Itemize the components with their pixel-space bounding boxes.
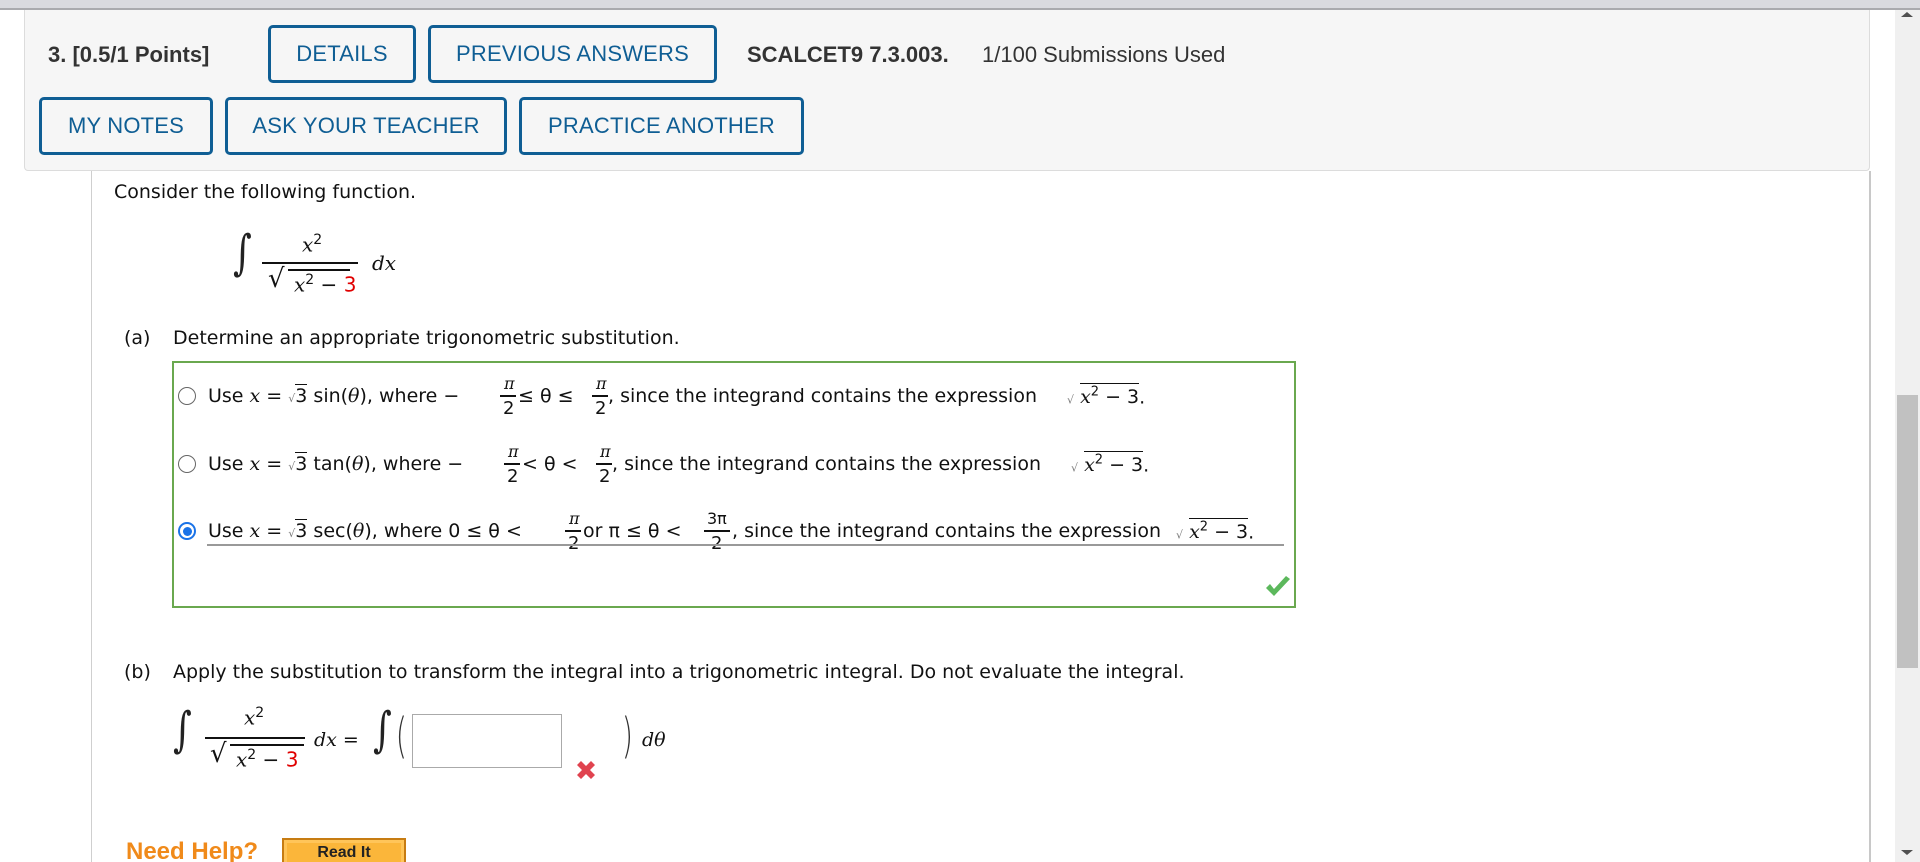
radio-option-sec[interactable] bbox=[178, 522, 196, 540]
option-expression: √ x2 − 3. bbox=[1176, 518, 1255, 544]
option-reason: , since the integrand contains the expre… bbox=[612, 453, 1041, 475]
part-a-label: (a) bbox=[124, 327, 151, 349]
right-paren: ) bbox=[621, 708, 633, 764]
read-it-button[interactable]: Read It bbox=[282, 838, 406, 862]
frac-numerator: π bbox=[596, 374, 607, 393]
content-right-border bbox=[1869, 171, 1871, 862]
question-points: 3. [0.5/1 Points] bbox=[48, 42, 210, 67]
lhs-denominator: x2 − 3 bbox=[236, 747, 299, 772]
option-reason: , since the integrand contains the expre… bbox=[732, 520, 1161, 542]
frac-numerator: 3π bbox=[707, 509, 727, 528]
inequality-text: or π ≤ θ < bbox=[583, 520, 682, 542]
frac-numerator: π bbox=[569, 509, 580, 528]
frac-line bbox=[592, 395, 608, 397]
radio-option-sin[interactable] bbox=[178, 387, 196, 405]
radio-option-tan[interactable] bbox=[178, 455, 196, 473]
problem-intro: Consider the following function. bbox=[114, 181, 417, 203]
ask-your-teacher-button[interactable]: ASK YOUR TEACHER bbox=[225, 97, 507, 155]
option-expression: √ x2 − 3. bbox=[1071, 451, 1150, 477]
integral-dx: dx bbox=[372, 251, 397, 275]
frac-denominator: 2 bbox=[595, 398, 607, 419]
need-help-label: Need Help? bbox=[126, 838, 259, 862]
sqrt-sign: √ bbox=[268, 264, 285, 294]
frac-line bbox=[704, 530, 730, 532]
sqrt-sign: √ bbox=[210, 739, 227, 769]
integral-sign: ∫ bbox=[233, 225, 252, 281]
part-b-answer-input[interactable] bbox=[412, 714, 562, 768]
submissions-count: 1/100 Submissions Used bbox=[982, 42, 1226, 67]
part-b-label: (b) bbox=[124, 661, 151, 683]
frac-line bbox=[596, 463, 612, 465]
inequality-text: ≤ θ ≤ bbox=[518, 385, 574, 407]
option-sin-text: Use x = √3 sin(θ), where − bbox=[208, 384, 460, 407]
integral-sign: ∫ bbox=[373, 702, 392, 758]
option-sec-text: Use x = √3 sec(θ), where 0 ≤ θ < bbox=[208, 519, 522, 542]
part-a-prompt: Determine an appropriate trigonometric s… bbox=[173, 327, 680, 349]
content-left-border bbox=[91, 171, 92, 862]
option-reason: , since the integrand contains the expre… bbox=[608, 385, 1037, 407]
left-paren: ( bbox=[395, 708, 407, 764]
scroll-up-arrow-icon[interactable] bbox=[1901, 12, 1913, 17]
part-b-prompt: Apply the substitution to transform the … bbox=[173, 661, 1185, 683]
frac-numerator: π bbox=[600, 442, 611, 461]
selected-option-underline bbox=[207, 544, 1284, 546]
frac-numerator: π bbox=[508, 442, 519, 461]
browser-top-bar bbox=[0, 0, 1920, 10]
frac-denominator: 2 bbox=[599, 466, 611, 487]
lhs-dx: dx = bbox=[314, 729, 359, 751]
frac-denominator: 2 bbox=[503, 398, 515, 419]
inequality-text: < θ < bbox=[522, 453, 578, 475]
integral-numerator: x2 bbox=[302, 232, 323, 257]
sqrt-bar bbox=[230, 744, 304, 746]
practice-another-button[interactable]: PRACTICE ANOTHER bbox=[519, 97, 804, 155]
integral-denominator: x2 − 3 bbox=[294, 272, 357, 297]
frac-line bbox=[504, 463, 520, 465]
scrollbar-thumb[interactable] bbox=[1897, 395, 1918, 668]
correct-check-icon bbox=[1266, 576, 1290, 596]
previous-answers-button[interactable]: PREVIOUS ANSWERS bbox=[428, 25, 717, 83]
frac-numerator: π bbox=[504, 374, 515, 393]
option-expression: √ x2 − 3. bbox=[1067, 383, 1146, 409]
problem-code: SCALCET9 7.3.003. bbox=[747, 42, 949, 67]
frac-denominator: 2 bbox=[507, 466, 519, 487]
incorrect-x-icon bbox=[577, 761, 595, 779]
option-tan-text: Use x = √3 tan(θ), where − bbox=[208, 452, 464, 475]
frac-line bbox=[500, 395, 516, 397]
integral-sign: ∫ bbox=[173, 702, 192, 758]
details-button[interactable]: DETAILS bbox=[268, 25, 416, 83]
scroll-down-arrow-icon[interactable] bbox=[1901, 850, 1913, 855]
sqrt-bar bbox=[288, 269, 350, 271]
d-theta: dθ bbox=[642, 729, 666, 751]
frac-line bbox=[565, 530, 581, 532]
lhs-numerator: x2 bbox=[244, 705, 265, 730]
my-notes-button[interactable]: MY NOTES bbox=[39, 97, 213, 155]
